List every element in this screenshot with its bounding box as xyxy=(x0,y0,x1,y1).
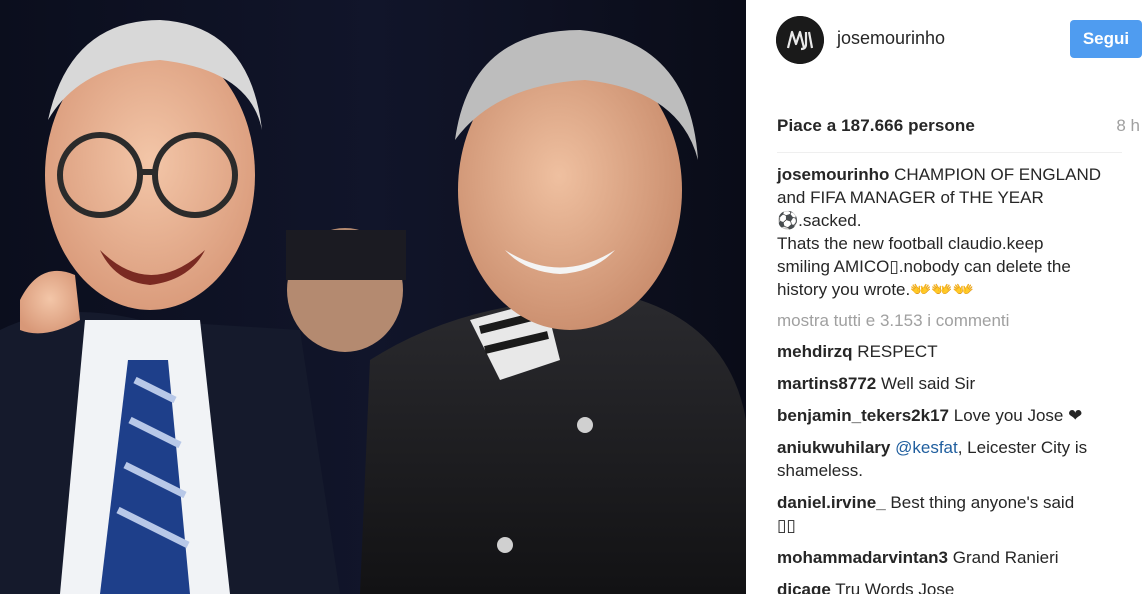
post-sidebar: josemourinho Segui Piace a 187.666 perso… xyxy=(746,0,1146,594)
divider xyxy=(777,152,1122,153)
comment-item: benjamin_tekers2k17 Love you Jose ❤ xyxy=(777,404,1137,427)
caption: josemourinho CHAMPION OF ENGLAND and FIF… xyxy=(777,163,1137,301)
comment-username[interactable]: mohammadarvintan3 xyxy=(777,548,948,567)
show-all-comments-link[interactable]: mostra tutti e 3.153 i commenti xyxy=(777,309,1137,332)
avatar[interactable] xyxy=(776,16,824,64)
photo-illustration xyxy=(0,0,746,594)
caption-username[interactable]: josemourinho xyxy=(777,165,889,184)
comment-text: Love you Jose ❤ xyxy=(953,406,1083,425)
caption-line: ⚽.sacked. xyxy=(777,211,862,230)
comment-username[interactable]: daniel.irvine_ xyxy=(777,493,886,512)
comment-item: daniel.irvine_ Best thing anyone's said … xyxy=(777,491,1137,537)
caption-line: history you wrote.👐👐👐 xyxy=(777,280,974,299)
comment-text: Grand Ranieri xyxy=(952,548,1059,567)
comment-username[interactable]: martins8772 xyxy=(777,374,876,393)
comment-text: RESPECT xyxy=(857,342,938,361)
comment-mention[interactable]: @kesfat xyxy=(895,438,958,457)
caption-line: and FIFA MANAGER of THE YEAR xyxy=(777,188,1044,207)
comment-text: Well said Sir xyxy=(880,374,976,393)
comment-item: mohammadarvintan3 Grand Ranieri xyxy=(777,546,1137,569)
comment-username[interactable]: aniukwuhilary xyxy=(777,438,890,457)
caption-line: smiling AMICO▯.nobody can delete the xyxy=(777,257,1071,276)
jm-monogram-logo-icon xyxy=(776,16,824,64)
comment-username[interactable]: benjamin_tekers2k17 xyxy=(777,406,949,425)
caption-line: Thats the new football claudio.keep xyxy=(777,234,1044,253)
comment-username[interactable]: dicage xyxy=(777,580,831,594)
post-time[interactable]: 8 h xyxy=(1116,116,1140,136)
comment-item: mehdirzq RESPECT xyxy=(777,340,1137,363)
likes-row: Piace a 187.666 persone 8 h xyxy=(777,116,1146,138)
comment-item: martins8772 Well said Sir xyxy=(777,372,1137,395)
post-author-username[interactable]: josemourinho xyxy=(837,28,945,49)
likes-count[interactable]: Piace a 187.666 persone xyxy=(777,116,975,136)
comment-text: Best thing anyone's said xyxy=(890,493,1075,512)
comments-list: josemourinho CHAMPION OF ENGLAND and FIF… xyxy=(777,163,1137,594)
post-header: josemourinho Segui xyxy=(746,0,1146,82)
follow-button[interactable]: Segui xyxy=(1070,20,1142,58)
follow-button-label: Segui xyxy=(1082,29,1130,48)
comment-item: dicage Tru Words Jose xyxy=(777,578,1137,594)
caption-line: CHAMPION OF ENGLAND xyxy=(894,165,1101,184)
comment-text-continued: shameless. xyxy=(777,461,863,480)
comment-item: aniukwuhilary @kesfat, Leicester City is… xyxy=(777,436,1137,482)
instagram-post: josemourinho Segui Piace a 187.666 perso… xyxy=(0,0,1146,594)
post-photo[interactable] xyxy=(0,0,746,594)
comment-username[interactable]: mehdirzq xyxy=(777,342,853,361)
comment-text-continued: ▯▯ xyxy=(777,516,796,535)
comment-text: , Leicester City is xyxy=(957,438,1088,457)
comment-text: Tru Words Jose xyxy=(835,580,955,594)
